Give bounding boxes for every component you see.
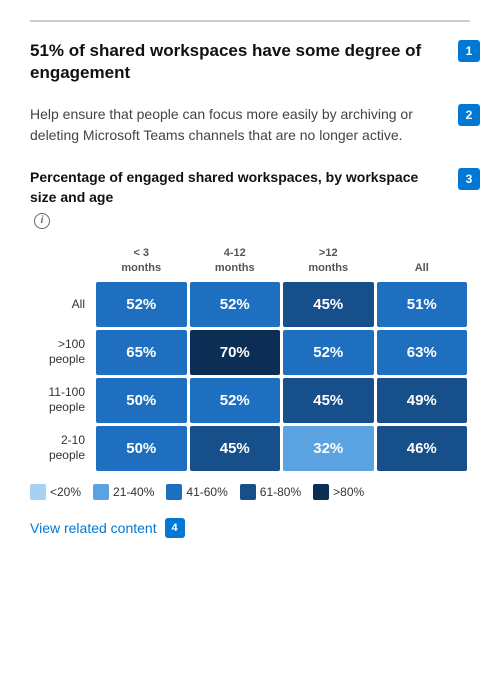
cell-all-gt12: 45% <box>283 282 374 327</box>
section-1: 51% of shared workspaces have some degre… <box>30 40 470 84</box>
chart-title: Percentage of engaged shared workspaces,… <box>30 168 470 229</box>
cell-all-lt3: 52% <box>96 282 187 327</box>
cell-100plus-lt3: 65% <box>96 330 187 375</box>
legend-label-41-60: 41-60% <box>186 485 227 499</box>
legend-item-lt20: <20% <box>30 484 81 500</box>
legend-item-gt80: >80% <box>313 484 364 500</box>
badge-2: 2 <box>458 104 480 126</box>
cell-11-100-all: 49% <box>377 378 468 423</box>
cell-2-10-all: 46% <box>377 426 468 471</box>
row-label-all: All <box>33 282 93 327</box>
table-row: 11-100people 50% 52% 45% 49% <box>33 378 467 423</box>
col-header-4: All <box>377 242 468 279</box>
info-icon[interactable]: i <box>34 213 50 229</box>
legend-row: <20% 21-40% 41-60% 61-80% >80% <box>30 484 470 500</box>
legend-label-gt80: >80% <box>333 485 364 499</box>
main-container: 51% of shared workspaces have some degre… <box>0 0 500 558</box>
chart-table-wrapper: < 3months 4-12months >12months All All 5… <box>30 239 470 474</box>
badge-1: 1 <box>458 40 480 62</box>
chart-title-text: Percentage of engaged shared workspaces,… <box>30 168 440 207</box>
legend-item-61-80: 61-80% <box>240 484 301 500</box>
col-header-1: < 3months <box>96 242 187 279</box>
cell-all-all: 51% <box>377 282 468 327</box>
legend-label-21-40: 21-40% <box>113 485 154 499</box>
table-row: All 52% 52% 45% 51% <box>33 282 467 327</box>
table-row: >100people 65% 70% 52% 63% <box>33 330 467 375</box>
cell-11-100-lt3: 50% <box>96 378 187 423</box>
data-table: < 3months 4-12months >12months All All 5… <box>30 239 470 474</box>
section-3: Percentage of engaged shared workspaces,… <box>30 168 470 500</box>
cell-100plus-4-12: 70% <box>190 330 281 375</box>
legend-swatch-61-80 <box>240 484 256 500</box>
cell-2-10-4-12: 45% <box>190 426 281 471</box>
cell-2-10-lt3: 50% <box>96 426 187 471</box>
row-label-100plus: >100people <box>33 330 93 375</box>
cell-11-100-gt12: 45% <box>283 378 374 423</box>
cell-100plus-all: 63% <box>377 330 468 375</box>
legend-item-41-60: 41-60% <box>166 484 227 500</box>
view-related-link[interactable]: View related content <box>30 520 157 536</box>
col-header-2: 4-12months <box>190 242 281 279</box>
section-2: Help ensure that people can focus more e… <box>30 104 470 146</box>
legend-swatch-lt20 <box>30 484 46 500</box>
row-label-2-10: 2-10people <box>33 426 93 471</box>
badge-3: 3 <box>458 168 480 190</box>
top-divider <box>30 20 470 22</box>
description-text: Help ensure that people can focus more e… <box>30 104 470 146</box>
legend-label-61-80: 61-80% <box>260 485 301 499</box>
legend-swatch-gt80 <box>313 484 329 500</box>
cell-100plus-gt12: 52% <box>283 330 374 375</box>
legend-item-21-40: 21-40% <box>93 484 154 500</box>
main-title: 51% of shared workspaces have some degre… <box>30 40 470 84</box>
view-related-section: View related content 4 <box>30 518 470 538</box>
legend-swatch-21-40 <box>93 484 109 500</box>
cell-all-4-12: 52% <box>190 282 281 327</box>
legend-label-lt20: <20% <box>50 485 81 499</box>
row-label-11-100: 11-100people <box>33 378 93 423</box>
table-row: 2-10people 50% 45% 32% 46% <box>33 426 467 471</box>
badge-4: 4 <box>165 518 185 538</box>
cell-11-100-4-12: 52% <box>190 378 281 423</box>
legend-swatch-41-60 <box>166 484 182 500</box>
cell-2-10-gt12: 32% <box>283 426 374 471</box>
col-header-3: >12months <box>283 242 374 279</box>
